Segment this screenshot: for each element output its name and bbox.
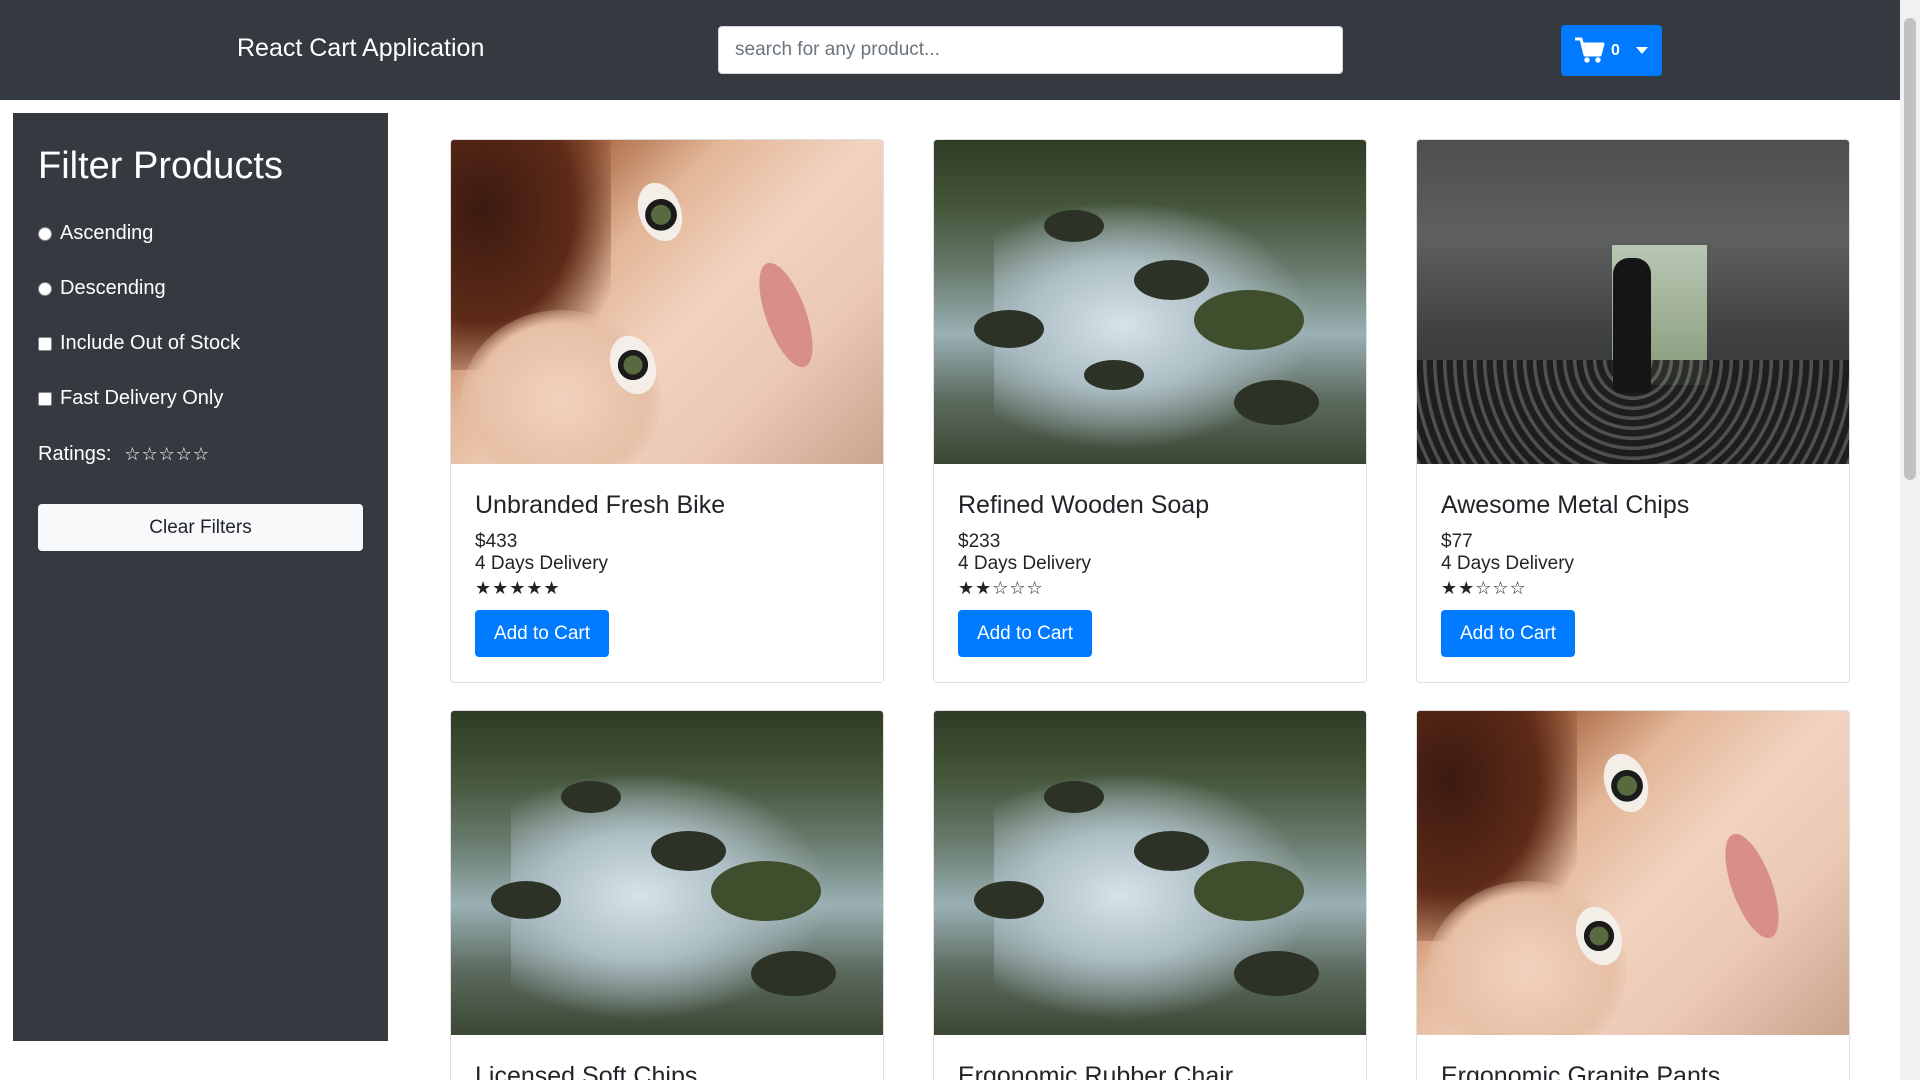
scrollbar-thumb[interactable] [1904,18,1916,480]
product-image [934,711,1366,1035]
filter-sidebar: Filter Products Ascending Descending Inc… [13,113,388,1041]
product-card: Unbranded Fresh Bike $433 4 Days Deliver… [450,139,884,683]
add-to-cart-button[interactable]: Add to Cart [958,610,1092,657]
product-name: Awesome Metal Chips [1441,491,1690,519]
descending-label: Descending [60,277,166,299]
add-to-cart-button[interactable]: Add to Cart [1441,610,1575,657]
product-name: Unbranded Fresh Bike [475,491,726,519]
search-input[interactable] [718,26,1343,74]
chevron-down-icon [1635,47,1648,54]
product-image [451,140,883,464]
product-name: Licensed Soft Chips [475,1062,698,1080]
fast-delivery-checkbox[interactable] [38,391,52,406]
product-price: $233 [958,531,1001,552]
product-card: Licensed Soft Chips [450,710,884,1080]
product-name: Refined Wooden Soap [958,491,1210,519]
ratings-filter: Ratings: ☆☆☆☆☆ [38,443,210,466]
cart-icon [1575,37,1605,63]
product-delivery: 4 Days Delivery [1441,553,1575,574]
product-delivery: 4 Days Delivery [475,553,609,574]
add-to-cart-button[interactable]: Add to Cart [475,610,609,657]
product-image [1417,711,1849,1035]
product-image [1417,140,1849,464]
rating-stars-selector[interactable]: ☆☆☆☆☆ [124,444,210,465]
include-out-of-stock-checkbox[interactable] [38,336,52,351]
descending-radio[interactable] [38,281,52,296]
clear-filters-button[interactable]: Clear Filters [38,504,363,551]
product-image [934,140,1366,464]
product-price: $77 [1441,531,1473,552]
include-out-of-stock-label: Include Out of Stock [60,332,241,354]
fast-delivery-label: Fast Delivery Only [60,387,224,409]
product-rating-stars: ★★☆☆☆ [1441,578,1527,598]
sort-descending-option[interactable]: Descending [38,277,166,300]
product-card: Ergonomic Granite Pants [1416,710,1850,1080]
include-out-of-stock-option[interactable]: Include Out of Stock [38,332,240,355]
product-rating-stars: ★★☆☆☆ [958,578,1044,598]
product-price: $433 [475,531,518,552]
product-card: Ergonomic Rubber Chair [933,710,1367,1080]
brand-title[interactable]: React Cart Application [237,34,484,63]
navbar: React Cart Application 0 [0,0,1900,100]
ascending-label: Ascending [60,222,154,244]
ratings-label: Ratings: [38,443,112,465]
product-name: Ergonomic Rubber Chair [958,1062,1234,1080]
product-image [451,711,883,1035]
cart-dropdown-button[interactable]: 0 [1561,25,1662,76]
product-card: Refined Wooden Soap $233 4 Days Delivery… [933,139,1367,683]
page-scrollbar[interactable] [1900,0,1920,1080]
product-delivery: 4 Days Delivery [958,553,1092,574]
fast-delivery-option[interactable]: Fast Delivery Only [38,387,223,410]
product-card: Awesome Metal Chips $77 4 Days Delivery … [1416,139,1850,683]
product-name: Ergonomic Granite Pants [1441,1062,1721,1080]
product-rating-stars: ★★★★★ [475,578,561,598]
ascending-radio[interactable] [38,226,52,241]
filter-title: Filter Products [38,145,283,187]
cart-count-badge: 0 [1611,41,1620,59]
sort-ascending-option[interactable]: Ascending [38,222,153,245]
